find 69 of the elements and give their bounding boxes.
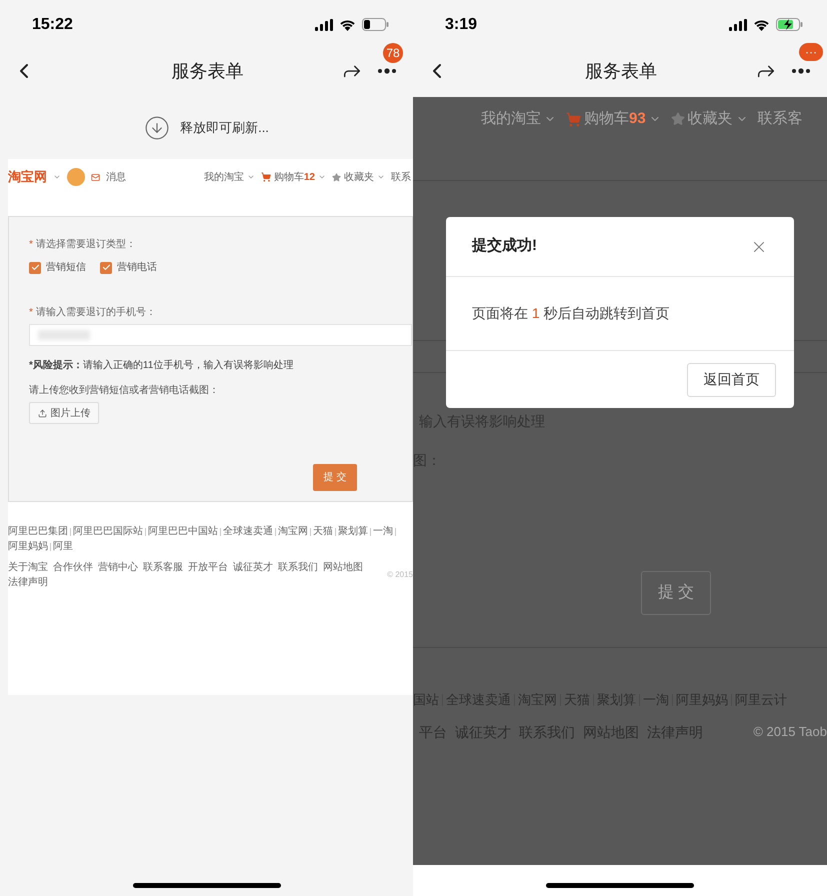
footer-link[interactable]: 阿里巴巴国际站 — [73, 524, 143, 539]
checkbox-label: 营销电话 — [117, 260, 157, 275]
footer-link[interactable]: 天猫 — [313, 524, 333, 539]
star-icon — [332, 172, 341, 182]
check-icon — [102, 263, 110, 272]
footer-link[interactable]: 关于淘宝 — [8, 560, 48, 575]
dialog-message: 页面将在 1 秒后自动跳转到首页 — [472, 304, 670, 323]
footer-link[interactable]: 网站地图 — [323, 560, 363, 575]
mail-icon — [91, 172, 100, 182]
submit-button[interactable]: 提 交 — [313, 464, 357, 491]
footer-link[interactable]: 淘宝网 — [278, 524, 308, 539]
footer-link[interactable]: 全球速卖通 — [223, 524, 273, 539]
header-link[interactable]: 我的淘宝 — [481, 108, 541, 130]
footer-link[interactable]: 一淘 — [373, 524, 393, 539]
footer-link[interactable]: 联系我们 — [278, 560, 318, 575]
footer-link[interactable]: 合作伙伴 — [53, 560, 93, 575]
footer-link[interactable]: 聚划算 — [338, 524, 368, 539]
page-title: 服务表单 — [172, 60, 244, 82]
return-home-button[interactable]: 返回首页 — [687, 362, 776, 396]
signal-icon — [315, 18, 333, 30]
footer-link[interactable]: 阿里巴巴中国站 — [148, 524, 218, 539]
status-time: 15:22 — [32, 14, 73, 34]
refresh-hint: 释放即可刷新... — [180, 119, 269, 138]
upload-icon — [38, 408, 46, 418]
header-link[interactable]: 联系 — [391, 170, 411, 184]
page-title: 服务表单 — [585, 60, 657, 82]
footer-link[interactable]: 阿里妈妈 — [8, 539, 48, 554]
header-link[interactable]: 收藏夹 — [344, 170, 374, 184]
footer-link[interactable]: 阿里 — [53, 539, 73, 554]
notification-badge: ··· — [799, 43, 823, 61]
copyright: © 2015 Taob — [753, 723, 827, 742]
signal-icon — [729, 18, 747, 30]
upload-label: 请上传您收到营销短信或者营销电话截图： — [29, 384, 220, 398]
more-dots-icon — [377, 68, 397, 74]
copyright: © 2015 — [387, 569, 413, 581]
footer-link[interactable]: 诚征英才 — [233, 560, 273, 575]
header-link[interactable]: 我的淘宝 — [204, 170, 244, 184]
notification-badge: 78 — [383, 43, 403, 63]
wifi-icon — [339, 18, 356, 30]
footer-link[interactable]: 营销中心 — [98, 560, 138, 575]
upload-button[interactable]: 图片上传 — [29, 402, 99, 424]
dialog-title: 提交成功! — [472, 236, 537, 256]
footer-link[interactable]: 联系客服 — [143, 560, 183, 575]
cart-icon — [260, 172, 271, 182]
risk-notice: *风险提示：请输入正确的11位手机号，输入有误将影响处理 — [29, 358, 294, 373]
checkbox[interactable] — [29, 262, 41, 274]
header-link[interactable]: 购物车93 — [584, 108, 646, 130]
header-link[interactable]: 购物车12 — [274, 170, 315, 184]
field-label: * 请输入需要退订的手机号： — [29, 306, 157, 320]
dropdown-chevron-icon — [53, 173, 61, 181]
submit-button[interactable]: 提 交 — [641, 571, 711, 615]
phone-input-field[interactable] — [29, 324, 412, 346]
star-icon — [670, 112, 685, 126]
field-label: * 请选择需要退订类型： — [29, 238, 137, 252]
footer-link[interactable]: 法律声明 — [8, 575, 48, 590]
more-dots-icon — [791, 68, 811, 74]
messages-link[interactable]: 消息 — [106, 170, 126, 184]
status-time: 3:19 — [445, 14, 478, 34]
footer-link[interactable]: 开放平台 — [188, 560, 228, 575]
header-link[interactable]: 收藏夹 — [688, 108, 733, 130]
footer-link[interactable]: 阿里巴巴集团 — [8, 524, 68, 539]
cart-icon — [566, 112, 581, 126]
checkbox-label: 营销短信 — [46, 260, 86, 275]
checkbox[interactable] — [100, 262, 112, 274]
wifi-icon — [753, 18, 770, 30]
pull-refresh-icon — [144, 115, 170, 141]
check-icon — [30, 263, 40, 272]
site-logo[interactable]: 淘宝网 — [8, 167, 47, 187]
header-link[interactable]: 联系客 — [758, 108, 803, 130]
